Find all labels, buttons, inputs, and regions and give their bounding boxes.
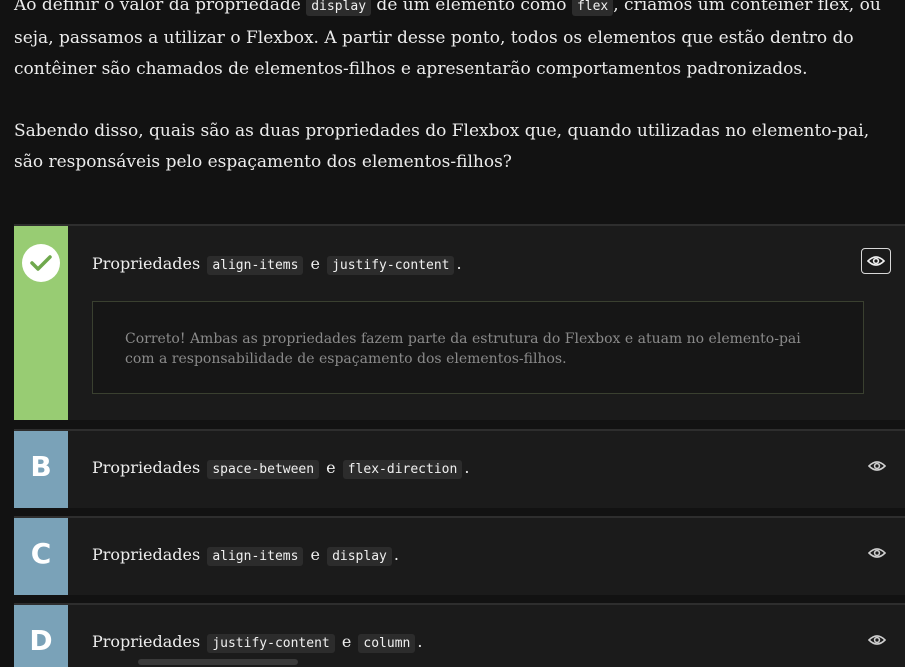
eye-icon[interactable] [865,541,889,565]
code-display: display [327,547,392,566]
option-suffix: . [456,254,462,273]
question-context: Ao definir o valor da propriedade displa… [14,0,894,86]
context-text-2: de um elemento como [371,0,572,15]
code-align-items: align-items [207,256,304,275]
question-intro: Ao definir o valor da propriedade displa… [14,0,894,179]
option-prefix: Propriedades [92,458,201,477]
letter-badge-d: D [14,605,68,667]
option-prefix: Propriedades [92,254,201,273]
question-text: Sabendo disso, quais são as duas proprie… [14,120,870,173]
horizontal-scrollbar[interactable] [138,659,298,665]
option-joiner: e [310,254,320,273]
code-justify-content: justify-content [207,634,335,653]
letter-badge-b: B [14,431,68,508]
option-a-text: Propriedades align-items e justify-conte… [92,252,462,278]
eye-icon[interactable] [865,628,889,652]
option-joiner: e [326,458,336,477]
option-c-text: Propriedades align-items e display. [92,543,399,569]
option-prefix: Propriedades [92,545,201,564]
option-letter: C [30,537,52,570]
option-suffix: . [393,545,399,564]
code-space-between: space-between [207,460,320,479]
option-prefix: Propriedades [92,632,201,651]
option-suffix: . [464,458,470,477]
option-letter: D [29,624,53,657]
correct-badge [14,226,68,420]
code-column: column [358,634,416,653]
option-d-text: Propriedades justify-content e column. [92,630,422,656]
answer-feedback: Correto! Ambas as propriedades fazem par… [92,301,864,394]
code-align-items: align-items [207,547,304,566]
letter-badge-c: C [14,518,68,595]
option-joiner: e [341,632,352,651]
context-text-1: Ao definir o valor da propriedade [14,0,307,15]
answer-option-d[interactable]: D Propriedades justify-content e column. [14,603,905,667]
answer-option-a[interactable]: Propriedades align-items e justify-conte… [14,224,905,420]
option-joiner: e [310,545,320,564]
answer-option-b[interactable]: B Propriedades space-between e flex-dire… [14,429,905,508]
code-justify-content: justify-content [327,256,455,275]
code-flex-direction: flex-direction [342,460,463,479]
eye-icon[interactable] [865,454,889,478]
eye-icon[interactable] [861,248,891,274]
code-flex: flex [571,0,614,16]
option-b-text: Propriedades space-between e flex-direct… [92,456,469,482]
code-display: display [306,0,372,16]
answer-option-c[interactable]: C Propriedades align-items e display. [14,516,905,595]
option-letter: B [30,450,52,483]
option-suffix: . [417,632,423,651]
check-icon [22,244,60,282]
